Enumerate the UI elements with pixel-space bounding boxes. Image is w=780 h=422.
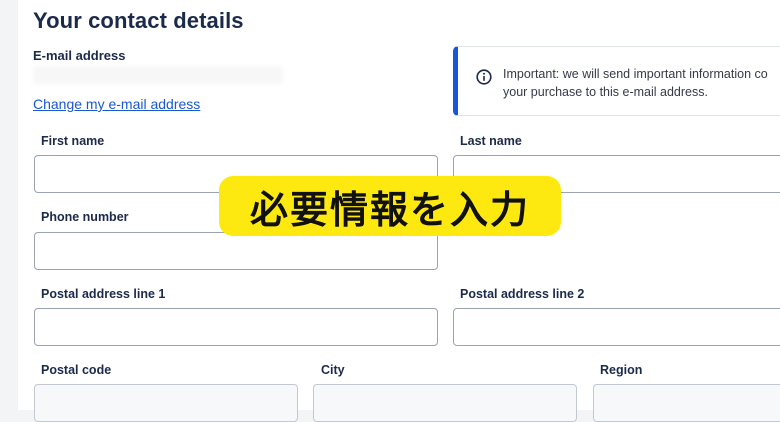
- info-icon: [476, 69, 492, 85]
- postal-code-input[interactable]: [34, 384, 298, 422]
- section-title: Your contact details: [33, 8, 244, 33]
- email-label: E-mail address: [33, 48, 126, 63]
- info-text-line1: Important: we will send important inform…: [503, 67, 768, 81]
- region-input[interactable]: [593, 384, 780, 422]
- address-line2-label: Postal address line 2: [460, 287, 585, 301]
- city-input[interactable]: [313, 384, 577, 422]
- address-line1-label: Postal address line 1: [41, 287, 166, 301]
- info-text-line2: your purchase to this e-mail address.: [503, 85, 708, 99]
- caption-text: 必要情報を入力: [249, 187, 530, 232]
- address-line1-input[interactable]: [34, 308, 438, 346]
- phone-label: Phone number: [41, 210, 129, 224]
- info-notice: Important: we will send important inform…: [453, 46, 780, 116]
- region-label: Region: [600, 363, 643, 377]
- change-email-link[interactable]: Change my e-mail address: [33, 96, 200, 112]
- postal-code-label: Postal code: [41, 363, 112, 377]
- info-text: Important: we will send important inform…: [503, 65, 780, 101]
- city-label: City: [321, 363, 345, 377]
- email-value-blurred: [33, 66, 283, 84]
- caption-overlay: 必要情報を入力: [219, 176, 561, 236]
- address-line2-input[interactable]: [453, 308, 780, 346]
- last-name-label: Last name: [460, 134, 522, 148]
- phone-input[interactable]: [34, 232, 438, 270]
- first-name-label: First name: [41, 134, 105, 148]
